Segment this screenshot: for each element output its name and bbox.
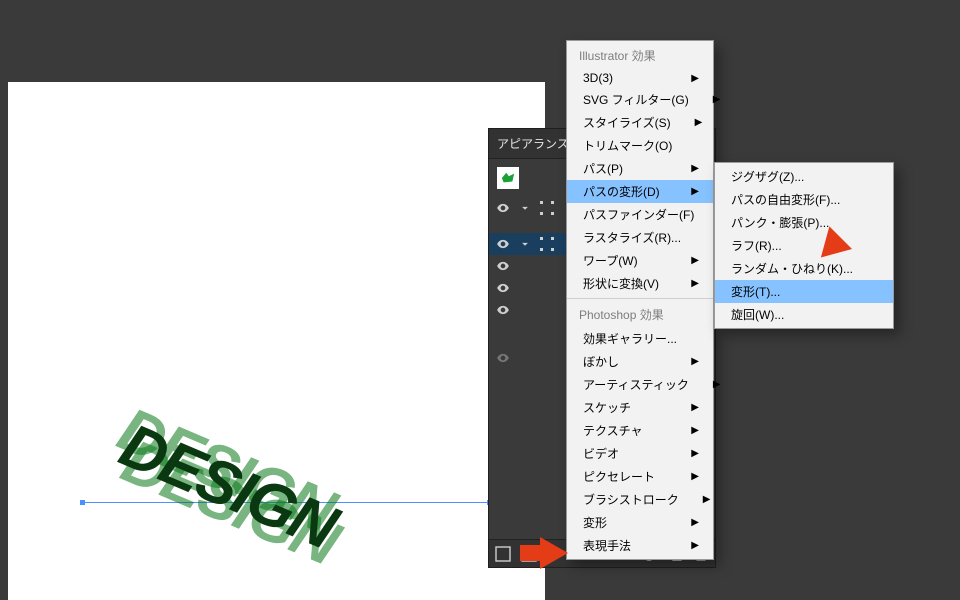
menu-item-distort[interactable]: 変形▶ [567,511,713,534]
menu-item-pathfinder[interactable]: パスファインダー(F)▶ [567,203,713,226]
submenu-arrow-icon: ▶ [691,540,699,551]
menu-item-3d[interactable]: 3D(3)▶ [567,68,713,88]
appearance-panel-title: アピアランス [497,137,569,151]
submenu-arrow-icon: ▶ [691,255,699,266]
menu-item-trim-marks[interactable]: トリムマーク(O) [567,134,713,157]
menu-item-effect-gallery[interactable]: 効果ギャラリー... [567,327,713,350]
menu-item-stylize2[interactable]: 表現手法▶ [567,534,713,557]
visibility-toggle-icon[interactable] [495,280,511,296]
menu-item-video[interactable]: ビデオ▶ [567,442,713,465]
submenu-item-random-twist[interactable]: ランダム・ひねり(K)... [715,257,893,280]
submenu-item-transform[interactable]: 変形(T)... [715,280,893,303]
appearance-thumbnail[interactable] [497,167,519,189]
submenu-item-roughen[interactable]: ラフ(R)... [715,234,893,257]
submenu-item-zigzag[interactable]: ジグザグ(Z)... [715,165,893,188]
menu-item-path-distort[interactable]: パスの変形(D)▶ [567,180,713,203]
menu-item-artistic[interactable]: アーティスティック▶ [567,373,713,396]
submenu-item-punk-bloat[interactable]: パンク・膨張(P)... [715,211,893,234]
visibility-toggle-icon[interactable] [495,302,511,318]
submenu-arrow-icon: ▶ [713,94,721,105]
menu-item-pixelate[interactable]: ピクセレート▶ [567,465,713,488]
submenu-item-free-distort[interactable]: パスの自由変形(F)... [715,188,893,211]
menu-item-rasterize[interactable]: ラスタライズ(R)... [567,226,713,249]
visibility-toggle-icon[interactable] [495,350,511,366]
stroke-swatch-icon[interactable] [539,200,555,216]
submenu-item-twist[interactable]: 旋回(W)... [715,303,893,326]
menu-item-brush-strokes[interactable]: ブラシストローク▶ [567,488,713,511]
menu-item-convert-shape[interactable]: 形状に変換(V)▶ [567,272,713,295]
submenu-arrow-icon: ▶ [691,186,699,197]
menu-item-path[interactable]: パス(P)▶ [567,157,713,180]
submenu-arrow-icon: ▶ [691,517,699,528]
submenu-arrow-icon: ▶ [691,448,699,459]
menu-item-sketch[interactable]: スケッチ▶ [567,396,713,419]
opacity-square-icon[interactable] [495,546,511,562]
menu-section-photoshop: Photoshop 効果 [567,302,713,327]
menu-item-texture[interactable]: テクスチャ▶ [567,419,713,442]
submenu-arrow-icon: ▶ [691,402,699,413]
visibility-toggle-icon[interactable] [495,200,511,216]
visibility-toggle-icon[interactable] [495,258,511,274]
submenu-arrow-icon: ▶ [691,278,699,289]
expand-icon[interactable] [517,236,533,252]
visibility-toggle-icon[interactable] [495,236,511,252]
menu-section-illustrator: Illustrator 効果 [567,43,713,68]
menu-separator [567,298,713,299]
menu-item-svg-filter[interactable]: SVG フィルター(G)▶ [567,88,713,111]
submenu-arrow-icon: ▶ [691,73,699,84]
submenu-arrow-icon: ▶ [691,163,699,174]
effects-menu[interactable]: Illustrator 効果 3D(3)▶ SVG フィルター(G)▶ スタイラ… [566,40,714,560]
path-anchor-left[interactable] [80,500,85,505]
fill-swatch-icon[interactable] [539,236,555,252]
submenu-arrow-icon: ▶ [691,425,699,436]
artboard[interactable]: DESIGN DESIGN DESIGN [8,82,545,600]
menu-item-blur[interactable]: ぼかし▶ [567,350,713,373]
submenu-arrow-icon: ▶ [695,117,703,128]
submenu-arrow-icon: ▶ [691,471,699,482]
expand-icon[interactable] [517,200,533,216]
canvas-text[interactable]: DESIGN DESIGN DESIGN [110,410,346,564]
submenu-arrow-icon: ▶ [703,494,711,505]
path-distort-submenu[interactable]: ジグザグ(Z)... パスの自由変形(F)... パンク・膨張(P)... ラフ… [714,162,894,329]
menu-item-warp[interactable]: ワープ(W)▶ [567,249,713,272]
submenu-arrow-icon: ▶ [713,379,721,390]
menu-item-stylize[interactable]: スタイライズ(S)▶ [567,111,713,134]
submenu-arrow-icon: ▶ [691,356,699,367]
annotation-arrow-fx [540,537,568,569]
